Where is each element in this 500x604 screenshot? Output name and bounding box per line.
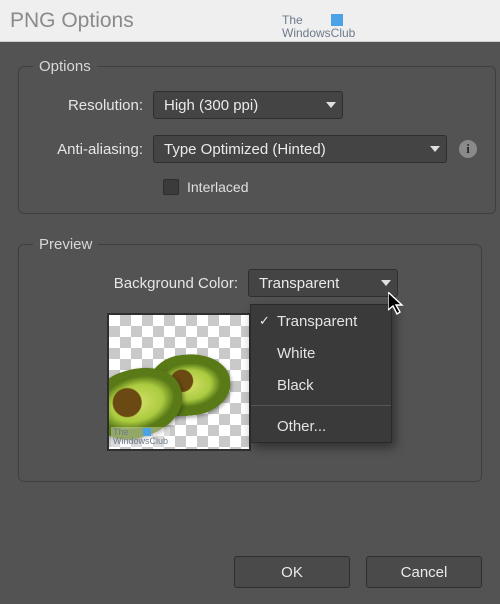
options-legend: Options [33,58,97,75]
bgcolor-option-transparent[interactable]: Transparent [251,305,391,337]
menu-item-label: White [277,345,315,362]
bgcolor-value: Transparent [259,275,371,292]
antialias-value: Type Optimized (Hinted) [164,141,420,158]
options-group: Options Resolution: High (300 ppi) Anti-… [18,58,496,214]
cancel-button[interactable]: Cancel [366,556,482,588]
resolution-dropdown[interactable]: High (300 ppi) [153,91,343,119]
info-icon[interactable]: i [459,140,477,158]
bgcolor-row: Background Color: Transparent [37,269,463,297]
preview-thumbnail: The WindowsClub [107,313,251,451]
resolution-row: Resolution: High (300 ppi) [37,91,477,119]
interlaced-label: Interlaced [187,179,248,195]
menu-item-label: Black [277,377,314,394]
title-bar: PNG Options [0,0,500,42]
bgcolor-label: Background Color: [37,275,248,292]
preview-legend: Preview [33,236,98,253]
resolution-label: Resolution: [37,97,153,114]
bgcolor-option-white[interactable]: White [251,337,391,369]
interlaced-checkbox[interactable] [163,179,179,195]
menu-separator [251,405,391,406]
dialog-body: Options Resolution: High (300 ppi) Anti-… [0,42,500,522]
resolution-value: High (300 ppi) [164,97,316,114]
bgcolor-option-other[interactable]: Other... [251,410,391,442]
ok-button[interactable]: OK [234,556,350,588]
antialias-dropdown[interactable]: Type Optimized (Hinted) [153,135,447,163]
dialog-buttons: OK Cancel [234,556,482,588]
bgcolor-option-black[interactable]: Black [251,369,391,401]
antialias-row: Anti-aliasing: Type Optimized (Hinted) i [37,135,477,163]
menu-item-label: Other... [277,418,326,435]
chevron-down-icon [430,146,440,152]
watermark-top: The WindowsClub [282,14,355,39]
chevron-down-icon [326,102,336,108]
antialias-label: Anti-aliasing: [37,141,153,158]
window-title: PNG Options [10,9,134,33]
menu-item-label: Transparent [277,313,357,330]
chevron-down-icon [381,280,391,286]
bgcolor-menu: Transparent White Black Other... [250,304,392,443]
button-label: OK [281,564,303,581]
watermark-thumb: The WindowsClub [111,427,170,447]
interlaced-row: Interlaced [37,179,477,195]
button-label: Cancel [401,564,448,581]
bgcolor-dropdown[interactable]: Transparent [248,269,398,297]
